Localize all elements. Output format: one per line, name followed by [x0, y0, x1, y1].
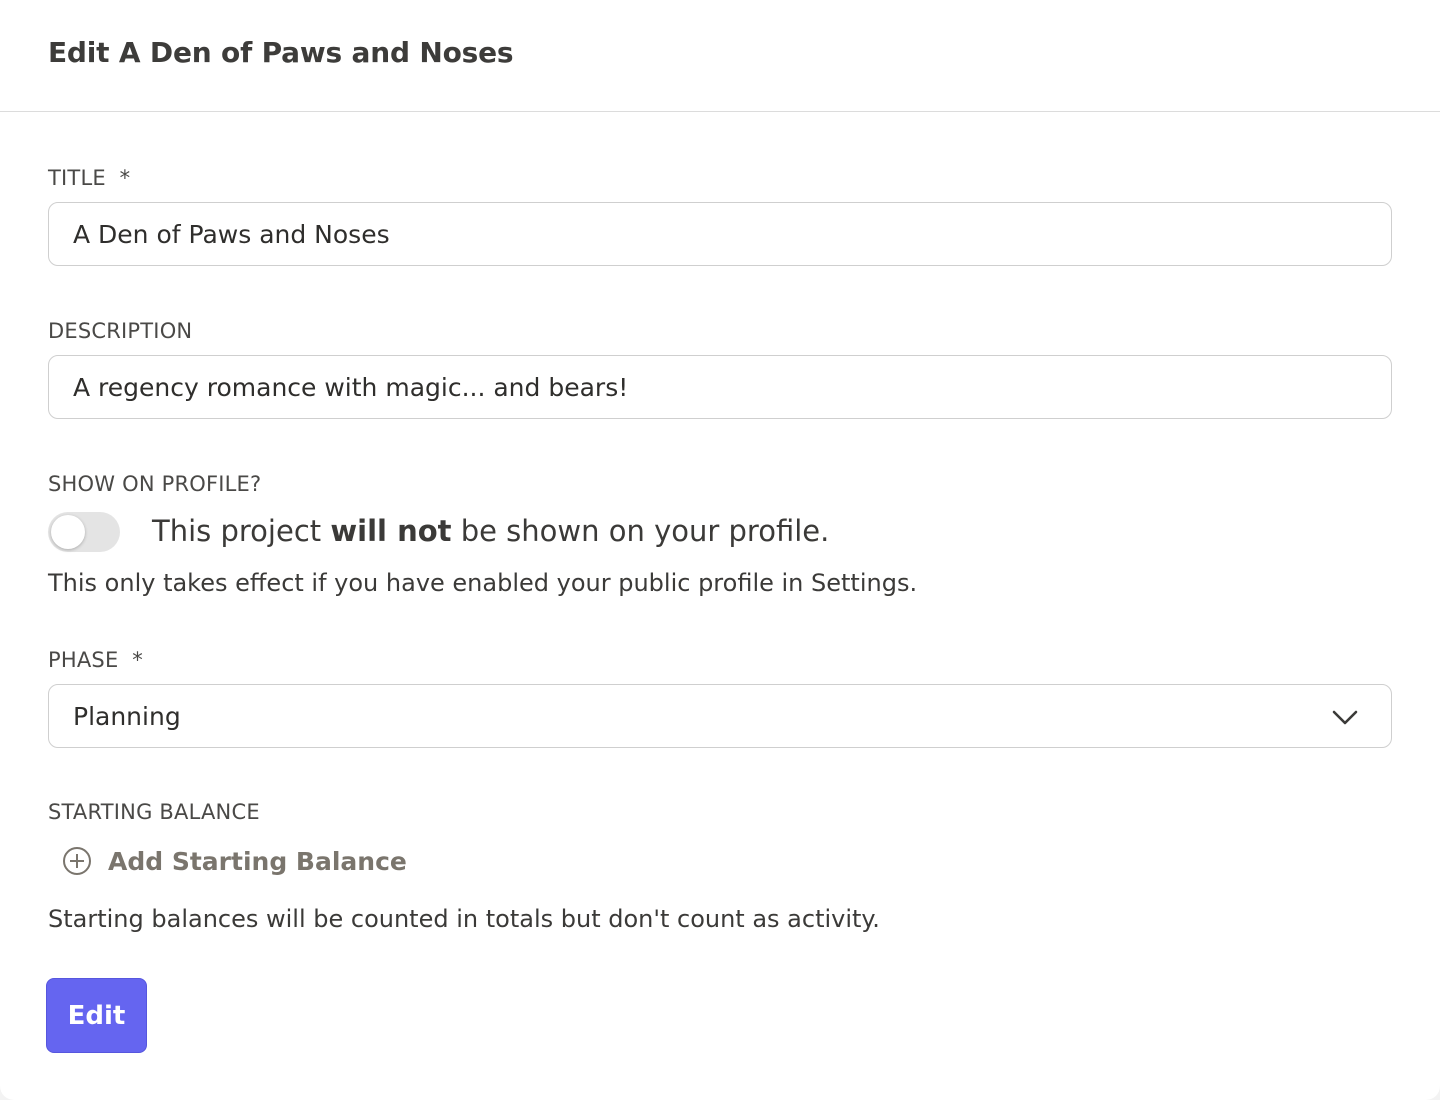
starting-balance-note: Starting balances will be counted in tot…: [48, 905, 880, 933]
description-input[interactable]: [73, 372, 1391, 402]
description-field[interactable]: [48, 355, 1392, 419]
title-field[interactable]: [48, 202, 1392, 266]
modal-title: Edit A Den of Paws and Noses: [48, 36, 514, 69]
profile-note: This only takes effect if you have enabl…: [48, 569, 918, 597]
phase-selected-value: Planning: [73, 701, 181, 731]
edit-project-modal: Edit A Den of Paws and Noses TITLE * DES…: [0, 0, 1440, 1100]
plus-circle-icon: [63, 847, 91, 875]
chevron-down-icon: [1332, 710, 1358, 725]
starting-balance-label: STARTING BALANCE: [48, 800, 260, 824]
description-label: DESCRIPTION: [48, 319, 193, 343]
toggle-knob: [51, 515, 85, 549]
add-starting-balance-label: Add Starting Balance: [108, 846, 407, 876]
required-asterisk: *: [119, 166, 131, 190]
required-asterisk: *: [132, 648, 143, 672]
phase-select[interactable]: Planning: [48, 684, 1392, 748]
add-starting-balance-button[interactable]: Add Starting Balance: [62, 846, 407, 876]
modal-header: Edit A Den of Paws and Noses: [0, 0, 1440, 112]
show-on-profile-status: This project will not be shown on your p…: [152, 514, 830, 548]
status-emphasis: will not: [330, 514, 452, 548]
phase-label: PHASE *: [48, 648, 143, 672]
title-label: TITLE *: [48, 166, 131, 190]
edit-button[interactable]: Edit: [46, 978, 147, 1053]
title-input[interactable]: [73, 219, 1391, 249]
show-on-profile-label: SHOW ON PROFILE?: [48, 472, 262, 496]
show-on-profile-toggle[interactable]: [48, 512, 120, 552]
